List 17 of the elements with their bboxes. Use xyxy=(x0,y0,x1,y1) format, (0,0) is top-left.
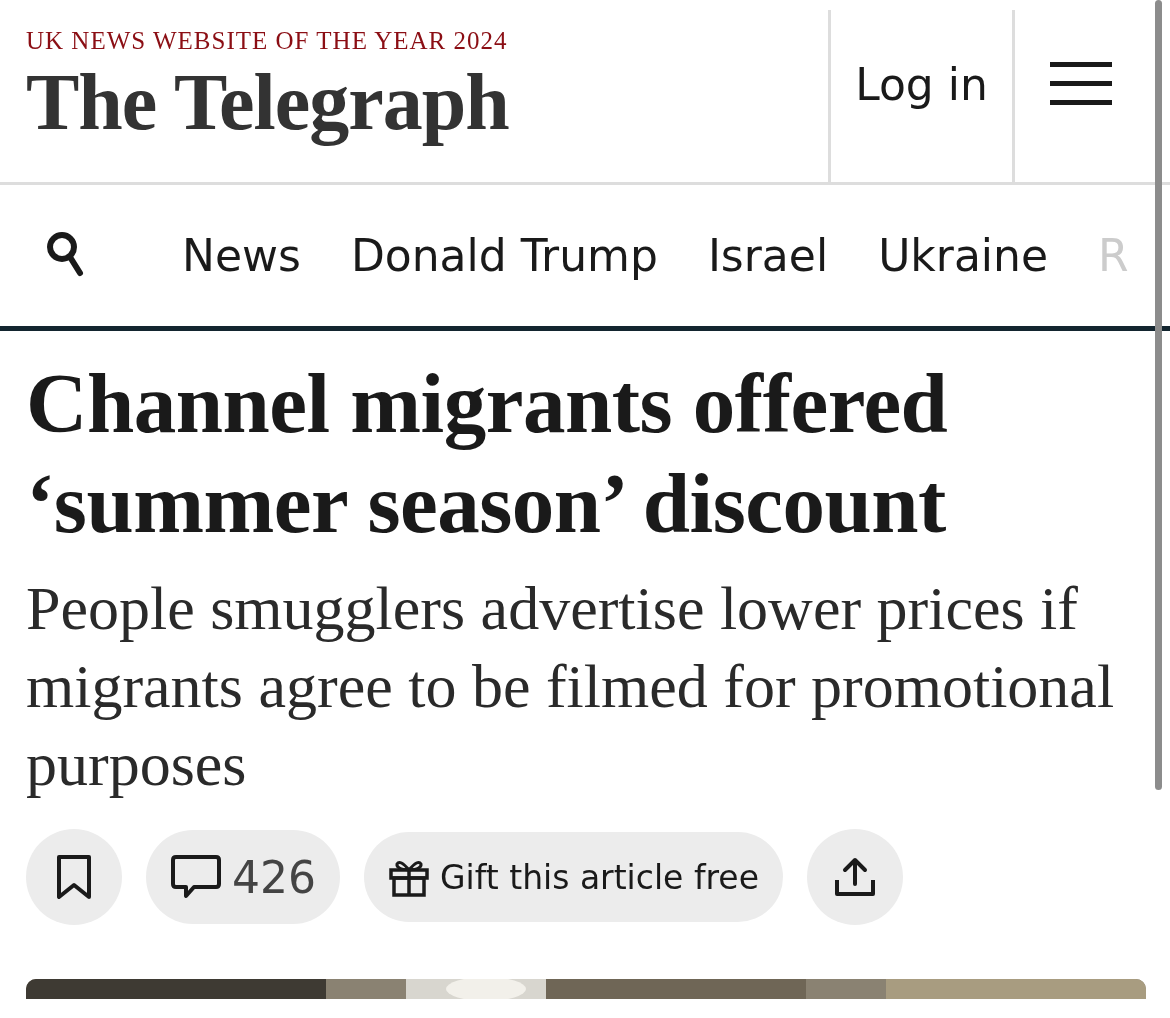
speech-bubble-icon xyxy=(170,854,222,900)
nav-link[interactable]: Donald Trump xyxy=(350,230,658,281)
headline: Channel migrants offered ‘summer season’ discount xyxy=(26,355,949,552)
logo[interactable]: The Telegraph xyxy=(26,54,828,150)
scrollbar[interactable] xyxy=(1155,0,1162,790)
award-text: UK NEWS WEBSITE OF THE YEAR 2024 xyxy=(26,28,509,54)
bookmark-icon xyxy=(55,853,93,901)
share-icon xyxy=(832,856,877,898)
search-icon xyxy=(46,231,84,277)
nav-link[interactable]: Ukraine xyxy=(878,230,1049,281)
nav-link[interactable]: Israel xyxy=(707,230,829,281)
comments-button[interactable]: 426 xyxy=(146,830,340,924)
gift-button[interactable]: Gift this article free xyxy=(364,832,783,922)
menu-icon xyxy=(1049,62,1112,106)
standfirst: People smugglers advertise lower prices if migrants agree to be filmed for promotional purposes xyxy=(26,573,1116,800)
login-button[interactable]: Log in xyxy=(828,10,1012,182)
nav-link[interactable]: News xyxy=(182,230,301,281)
